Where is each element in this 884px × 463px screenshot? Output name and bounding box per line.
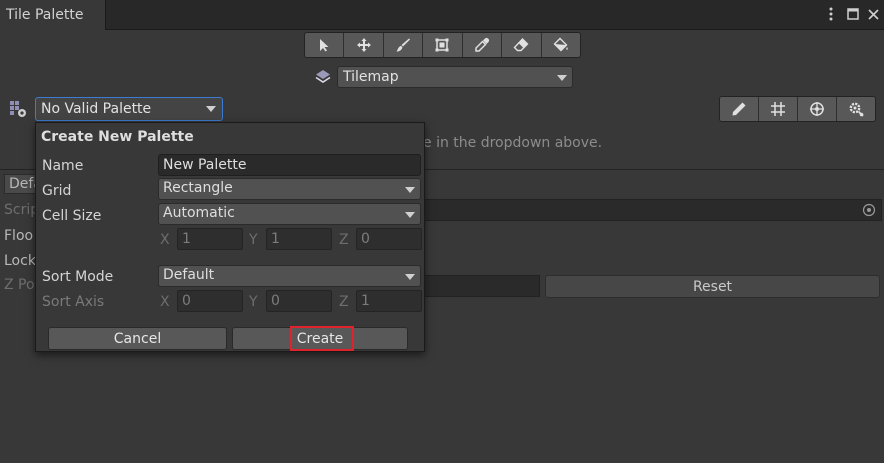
select-tool-button[interactable] — [305, 33, 345, 57]
cell-size-x-label: X — [160, 232, 170, 248]
grid-type-dropdown[interactable]: Rectangle — [158, 178, 421, 200]
select-arrow-icon — [320, 39, 329, 52]
eyedropper-icon — [475, 38, 489, 52]
chevron-down-icon — [405, 187, 415, 193]
floodfill-label: Floo — [4, 228, 34, 244]
palette-settings-button[interactable] — [837, 97, 875, 121]
sort-axis-label: Sort Axis — [42, 294, 105, 310]
cell-size-x-field: 1 — [177, 228, 243, 250]
cell-size-z-label: Z — [339, 232, 349, 248]
layers-icon — [315, 70, 331, 83]
tool-bar — [304, 32, 581, 58]
toggle-gizmos-button[interactable] — [798, 97, 837, 121]
sort-mode-dropdown[interactable]: Default — [158, 265, 421, 287]
palette-name-input[interactable]: New Palette — [158, 154, 421, 176]
palette-dropdown-value: No Valid Palette — [41, 101, 152, 117]
move-icon — [356, 38, 371, 52]
erase-tool-button[interactable] — [502, 33, 542, 57]
lock-label: Lock — [4, 253, 36, 269]
tab-tile-palette[interactable]: Tile Palette — [0, 0, 106, 30]
z-position-field[interactable] — [420, 275, 540, 297]
sort-axis-x-label: X — [160, 294, 170, 310]
cell-size-dropdown[interactable]: Automatic — [158, 203, 421, 225]
kebab-icon[interactable] — [822, 5, 840, 23]
sort-axis-y-field: 0 — [266, 290, 332, 312]
gizmo-icon — [810, 102, 824, 116]
window-titlebar: Tile Palette — [0, 0, 884, 30]
create-button-label: Create — [296, 330, 344, 347]
settings-gear-icon — [849, 102, 864, 117]
brush-icon — [396, 38, 411, 52]
sort-mode-label: Sort Mode — [42, 269, 114, 285]
object-picker-icon[interactable] — [862, 203, 876, 217]
box-fill-icon — [435, 38, 449, 52]
create-new-palette-popup: Create New Palette Name New Palette Grid… — [35, 122, 425, 352]
picker-tool-button[interactable] — [462, 33, 503, 57]
reset-button[interactable]: Reset — [545, 275, 880, 298]
box-fill-tool-button[interactable] — [423, 33, 463, 57]
active-tilemap-dropdown[interactable]: Tilemap — [337, 66, 573, 88]
no-palette-hint: e in the dropdown above. — [423, 135, 603, 151]
cell-size-label: Cell Size — [42, 208, 102, 224]
cell-size-value: Automatic — [163, 205, 235, 221]
sort-axis-y-label: Y — [249, 294, 258, 310]
tab-title: Tile Palette — [6, 7, 84, 23]
script-object-field[interactable] — [420, 199, 882, 221]
move-tool-button[interactable] — [344, 33, 384, 57]
chevron-down-icon — [206, 106, 216, 112]
sort-axis-x-field: 0 — [177, 290, 243, 312]
fill-tool-button[interactable] — [541, 33, 580, 57]
sort-axis-z-field: 1 — [356, 290, 422, 312]
z-position-label: Z Po — [4, 277, 35, 293]
script-label: Scrip — [4, 202, 40, 218]
grid-label: Grid — [42, 183, 72, 199]
paint-bucket-icon — [553, 37, 568, 52]
active-tilemap-value: Tilemap — [343, 69, 399, 85]
chevron-down-icon — [405, 212, 415, 218]
palette-dropdown[interactable]: No Valid Palette — [35, 97, 223, 121]
brush-tool-button[interactable] — [383, 33, 424, 57]
chevron-down-icon — [405, 274, 415, 280]
palette-edit-toolbar — [719, 96, 876, 122]
edit-palette-button[interactable] — [720, 97, 759, 121]
toggle-grid-button[interactable] — [759, 97, 798, 121]
sort-axis-z-label: Z — [339, 294, 349, 310]
close-icon[interactable] — [864, 5, 882, 23]
cell-size-y-label: Y — [249, 232, 258, 248]
popup-title: Create New Palette — [41, 129, 194, 145]
maximize-icon[interactable] — [844, 5, 862, 23]
name-label: Name — [42, 158, 84, 174]
sort-mode-value: Default — [163, 267, 215, 283]
grid-type-value: Rectangle — [163, 180, 233, 196]
eraser-icon — [513, 37, 529, 52]
create-button[interactable]: Create — [232, 326, 408, 351]
pencil-icon — [732, 102, 746, 116]
palette-grid-icon — [10, 101, 26, 117]
cell-size-y-field: 1 — [266, 228, 332, 250]
cancel-button[interactable]: Cancel — [48, 327, 227, 350]
grid-icon — [771, 102, 785, 116]
cell-size-z-field: 0 — [356, 228, 422, 250]
chevron-down-icon — [557, 75, 567, 81]
